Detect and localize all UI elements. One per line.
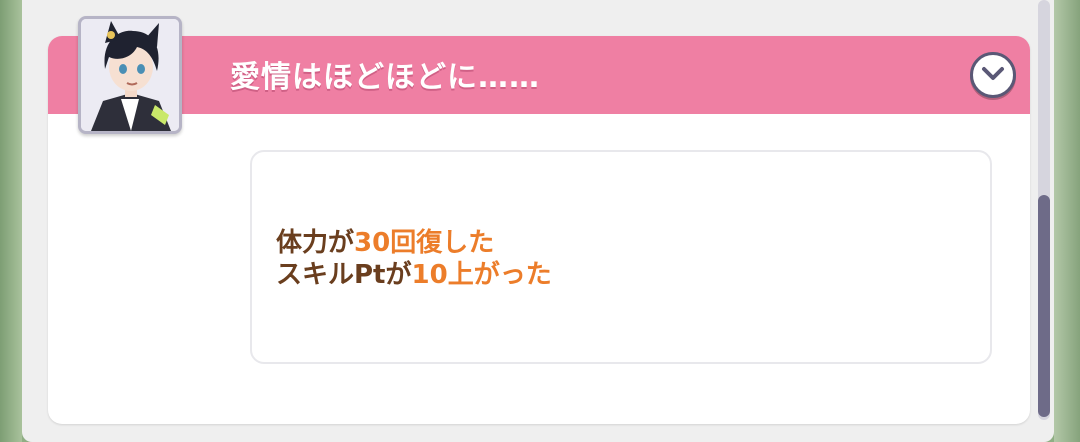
event-header[interactable]: 愛情はほどほどに…… — [48, 36, 1030, 114]
result-box: 体力が30回復した スキルPtが10上がった — [250, 150, 992, 364]
collapse-toggle-button[interactable] — [970, 52, 1016, 98]
chevron-down-icon — [982, 67, 1004, 80]
result-line-skill-pt: スキルPtが10上がった — [276, 260, 552, 290]
event-card: 愛情はほどほどに…… 体力が30回復した スキルPtが10上がった — [48, 36, 1030, 424]
scrollbar-thumb[interactable] — [1038, 195, 1050, 417]
event-title: 愛情はほどほどに…… — [230, 60, 540, 95]
character-portrait-icon — [81, 19, 179, 131]
background-right-edge — [1054, 0, 1080, 442]
character-avatar[interactable] — [78, 16, 182, 134]
result-line-stamina: 体力が30回復した — [276, 228, 495, 258]
background-left-edge — [0, 0, 22, 442]
